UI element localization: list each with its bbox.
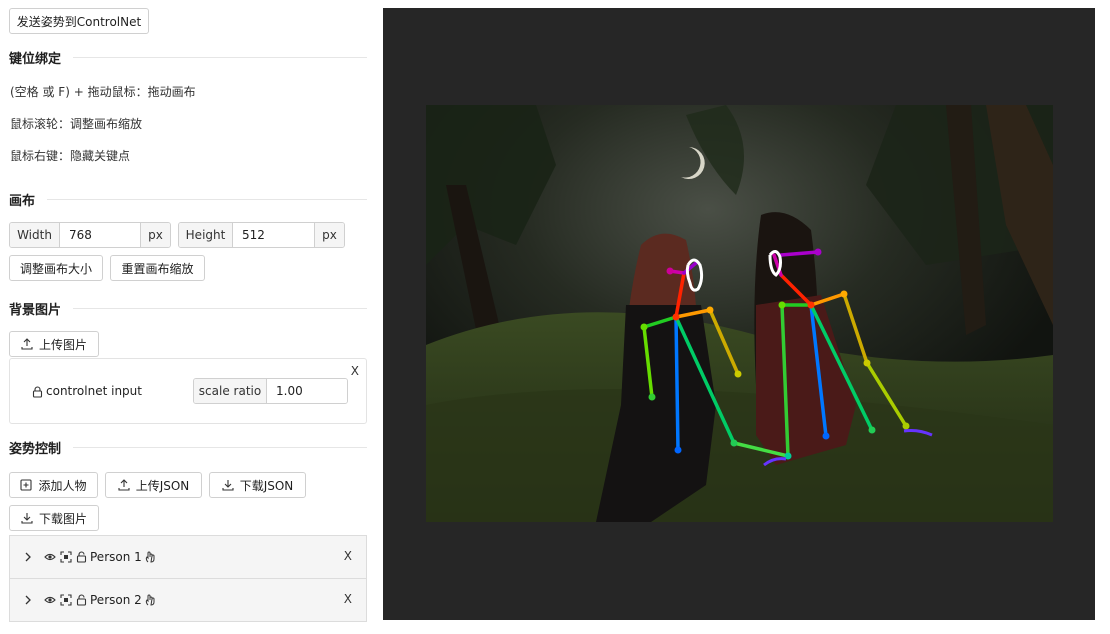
download-json-label: 下载JSON [239,478,294,493]
download-icon [21,512,33,524]
person-row-2[interactable]: Person 2 X [9,578,367,622]
pose-overlay [426,105,1053,522]
send-label: 发送姿势到ControlNet [16,14,142,29]
download-json-button[interactable]: 下载JSON [209,472,306,498]
scale-ratio-group: scale ratio [193,378,348,404]
background-image-card: controlnet input scale ratio X [9,358,367,424]
width-unit: px [140,223,170,247]
focus-icon[interactable] [60,551,72,563]
unlock-icon[interactable] [76,551,87,563]
section-keybindings: 键位绑定 [9,47,367,67]
section-pose: 姿势控制 [9,437,367,457]
keybinding-drag-canvas: (空格 或 F) + 拖动鼠标：拖动画布 [10,85,196,99]
image-name: controlnet input [46,384,142,398]
pose-skeletons [640,248,933,467]
upload-image-button[interactable]: 上传图片 [9,331,99,357]
section-title: 背景图片 [9,302,62,318]
upload-json-label: 上传JSON [135,478,190,493]
remove-person-button[interactable]: X [344,592,352,606]
divider [47,198,367,200]
upload-json-button[interactable]: 上传JSON [105,472,202,498]
person-name: Person 1 [90,550,142,564]
upload-image-label: 上传图片 [38,337,87,352]
download-image-label: 下载图片 [38,511,87,526]
width-input-group: Width px [9,222,171,248]
keybinding-zoom: 鼠标滚轮：调整画布缩放 [10,117,143,131]
person-row-1[interactable]: Person 1 X [9,535,367,579]
person-2-skeleton [772,250,908,458]
remove-person-button[interactable]: X [344,549,352,563]
upload-icon [21,338,33,350]
width-input[interactable] [60,223,140,247]
reset-zoom-label: 重置画布缩放 [121,261,194,276]
control-panel: 发送姿势到ControlNet 键位绑定 (空格 或 F) + 拖动鼠标：拖动画… [0,0,376,634]
section-title: 键位绑定 [9,51,62,67]
download-icon [222,479,234,491]
height-label: Height [179,223,233,247]
section-title: 姿势控制 [9,441,62,457]
keybinding-hide-keypoint: 鼠标右键：隐藏关键点 [10,149,131,163]
eye-icon[interactable] [44,552,56,562]
resize-label: 调整画布大小 [19,261,92,276]
height-unit: px [314,223,344,247]
plus-square-icon [20,479,33,491]
reset-zoom-button[interactable]: 重置画布缩放 [110,255,205,281]
focus-icon[interactable] [60,594,72,606]
resize-canvas-button[interactable]: 调整画布大小 [9,255,103,281]
divider [73,56,367,58]
close-background-button[interactable]: X [351,364,359,378]
scale-ratio-label: scale ratio [194,379,267,403]
add-person-label: 添加人物 [38,478,87,493]
width-label: Width [10,223,60,247]
add-person-button[interactable]: 添加人物 [9,472,98,498]
section-title: 画布 [9,193,36,209]
hand-icon[interactable] [145,594,155,606]
person-name: Person 2 [90,593,142,607]
height-input-group: Height px [178,222,345,248]
section-canvas: 画布 [9,189,367,209]
scale-ratio-input[interactable] [267,379,347,403]
upload-icon [118,479,130,491]
person-1-skeleton [642,261,790,458]
divider [73,307,367,309]
download-image-button[interactable]: 下载图片 [9,505,99,531]
lock-icon[interactable] [32,386,43,398]
chevron-right-icon[interactable] [24,552,32,562]
section-background: 背景图片 [9,298,367,318]
send-to-controlnet-button[interactable]: 发送姿势到ControlNet [9,8,149,34]
height-input[interactable] [233,223,314,247]
divider [73,446,367,448]
chevron-right-icon[interactable] [24,595,32,605]
unlock-icon[interactable] [76,594,87,606]
hand-icon[interactable] [145,551,155,563]
eye-icon[interactable] [44,595,56,605]
